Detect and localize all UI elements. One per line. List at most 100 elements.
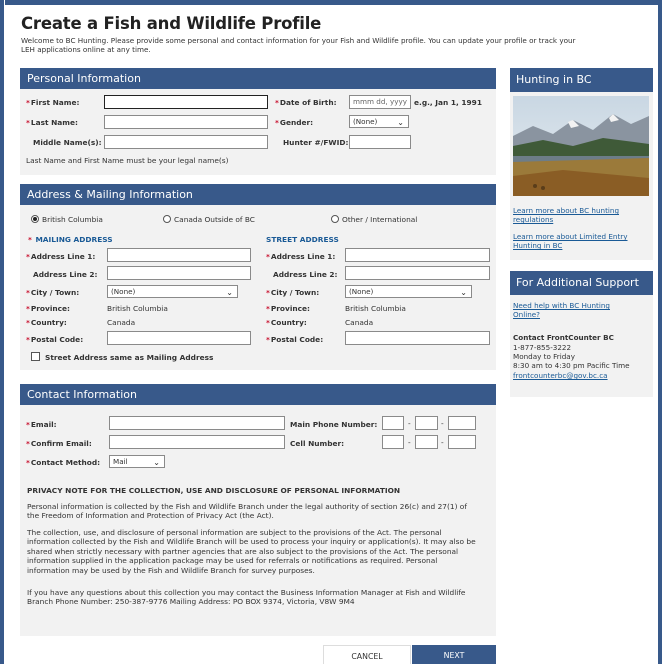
section-header: Address & Mailing Information xyxy=(20,184,496,205)
mailing-province-label: *Province: xyxy=(26,304,70,313)
section-header: Personal Information xyxy=(20,68,496,89)
legal-name-note: Last Name and First Name must be your le… xyxy=(26,156,229,165)
chevron-down-icon: ⌄ xyxy=(397,118,404,127)
contact-days: Monday to Friday xyxy=(513,352,575,361)
page-title: Create a Fish and Wildlife Profile xyxy=(21,14,322,33)
mailing-line2-label: Address Line 2: xyxy=(33,270,98,279)
street-province-label: *Province: xyxy=(266,304,310,313)
chevron-down-icon: ⌄ xyxy=(153,458,160,467)
privacy-paragraph: The collection, use, and disclosure of p… xyxy=(27,528,476,575)
mailing-line2-input[interactable] xyxy=(107,266,251,280)
gender-select[interactable]: (None) ⌄ xyxy=(349,115,409,128)
mailing-country-label: *Country: xyxy=(26,318,67,327)
left-border xyxy=(0,0,5,664)
dob-input[interactable]: mmm dd, yyyy xyxy=(349,95,411,109)
contact-title: Contact FrontCounter BC xyxy=(513,333,614,342)
first-name-label: *First Name: xyxy=(26,98,80,107)
personal-info-section: Personal Information *First Name: *Last … xyxy=(20,68,496,175)
main-phone-label: Main Phone Number: xyxy=(290,420,378,429)
mailing-country-value: Canada xyxy=(107,318,136,327)
landscape-image xyxy=(513,96,649,196)
phone-separator: - xyxy=(408,419,411,428)
contact-email-link[interactable]: frontcounterbc@gov.bc.ca xyxy=(513,371,608,380)
radio-other-international[interactable] xyxy=(331,215,339,223)
additional-support-panel: For Additional Support Need help with BC… xyxy=(510,271,653,397)
contact-method-select[interactable]: Mail ⌄ xyxy=(109,455,165,468)
contact-method-label: *Contact Method: xyxy=(26,458,101,467)
mailing-postal-input[interactable] xyxy=(107,331,251,345)
middle-name-label: Middle Name(s): xyxy=(33,138,102,147)
next-button[interactable]: NEXT xyxy=(412,645,496,664)
street-line1-label: *Address Line 1: xyxy=(266,252,336,261)
address-section: Address & Mailing Information British Co… xyxy=(20,184,496,370)
chevron-down-icon: ⌄ xyxy=(226,288,233,297)
hunter-id-label: Hunter #/FWID: xyxy=(283,138,349,147)
radio-bc-label: British Columbia xyxy=(42,215,103,224)
radio-british-columbia[interactable] xyxy=(31,215,39,223)
main-phone-area-input[interactable] xyxy=(382,416,404,430)
help-online-link[interactable]: Need help with BC Hunting Online? xyxy=(513,301,633,320)
same-as-mailing-checkbox[interactable] xyxy=(31,352,40,361)
contact-section: Contact Information *Email: *Confirm Ema… xyxy=(20,384,496,636)
middle-name-input[interactable] xyxy=(104,135,268,149)
street-line2-label: Address Line 2: xyxy=(273,270,338,279)
street-address-heading: STREET ADDRESS xyxy=(266,235,339,244)
mailing-province-value: British Columbia xyxy=(107,304,168,313)
street-postal-input[interactable] xyxy=(345,331,490,345)
privacy-paragraph: If you have any questions about this col… xyxy=(27,588,466,607)
phone-separator: - xyxy=(441,438,444,447)
phone-separator: - xyxy=(441,419,444,428)
main-phone-line-input[interactable] xyxy=(448,416,476,430)
first-name-input[interactable] xyxy=(104,95,268,109)
top-border xyxy=(0,0,662,5)
street-line1-input[interactable] xyxy=(345,248,490,262)
cell-prefix-input[interactable] xyxy=(415,435,438,449)
contact-phone: 1-877-855-3222 xyxy=(513,343,572,352)
street-postal-label: *Postal Code: xyxy=(266,335,324,344)
chevron-down-icon: ⌄ xyxy=(460,288,467,297)
last-name-label: *Last Name: xyxy=(26,118,78,127)
street-line2-input[interactable] xyxy=(345,266,490,280)
street-country-label: *Country: xyxy=(266,318,307,327)
dob-label: *Date of Birth: xyxy=(275,98,337,107)
page-intro: Welcome to BC Hunting. Please provide so… xyxy=(21,36,576,55)
mailing-line1-input[interactable] xyxy=(107,248,251,262)
email-label: *Email: xyxy=(26,420,57,429)
contact-hours: 8:30 am to 4:30 pm Pacific Time xyxy=(513,361,630,370)
confirm-email-label: *Confirm Email: xyxy=(26,439,92,448)
mailing-postal-label: *Postal Code: xyxy=(26,335,84,344)
radio-other-label: Other / International xyxy=(342,215,418,224)
street-province-value: British Columbia xyxy=(345,304,406,313)
right-border xyxy=(658,0,662,664)
gender-label: *Gender: xyxy=(275,118,314,127)
main-phone-prefix-input[interactable] xyxy=(415,416,438,430)
hunting-in-bc-panel: Hunting in BC Learn more about BC huntin… xyxy=(510,68,653,260)
panel-header: Hunting in BC xyxy=(510,68,653,92)
hunter-id-input[interactable] xyxy=(349,135,411,149)
privacy-title: PRIVACY NOTE FOR THE COLLECTION, USE AND… xyxy=(27,486,401,495)
panel-header: For Additional Support xyxy=(510,271,653,295)
privacy-paragraph: Personal information is collected by the… xyxy=(27,502,467,521)
mailing-city-label: *City / Town: xyxy=(26,288,80,297)
cell-area-input[interactable] xyxy=(382,435,404,449)
cell-line-input[interactable] xyxy=(448,435,476,449)
mailing-address-heading: * MAILING ADDRESS xyxy=(28,235,113,244)
radio-canada-label: Canada Outside of BC xyxy=(174,215,255,224)
email-input[interactable] xyxy=(109,416,285,430)
street-city-label: *City / Town: xyxy=(266,288,320,297)
street-country-value: Canada xyxy=(345,318,374,327)
phone-separator: - xyxy=(408,438,411,447)
cancel-button[interactable]: CANCEL xyxy=(323,645,411,664)
radio-canada-outside-bc[interactable] xyxy=(163,215,171,223)
last-name-input[interactable] xyxy=(104,115,268,129)
confirm-email-input[interactable] xyxy=(109,435,285,449)
same-as-mailing-label: Street Address same as Mailing Address xyxy=(45,353,214,362)
leh-link[interactable]: Learn more about Limited Entry Hunting i… xyxy=(513,232,643,251)
street-city-select[interactable]: (None) ⌄ xyxy=(345,285,472,298)
mailing-line1-label: *Address Line 1: xyxy=(26,252,96,261)
mailing-city-select[interactable]: (None) ⌄ xyxy=(107,285,238,298)
hunting-regulations-link[interactable]: Learn more about BC hunting regulations xyxy=(513,206,643,225)
section-header: Contact Information xyxy=(20,384,496,405)
cell-number-label: Cell Number: xyxy=(290,439,345,448)
dob-hint: e.g., Jan 1, 1991 xyxy=(414,98,482,107)
